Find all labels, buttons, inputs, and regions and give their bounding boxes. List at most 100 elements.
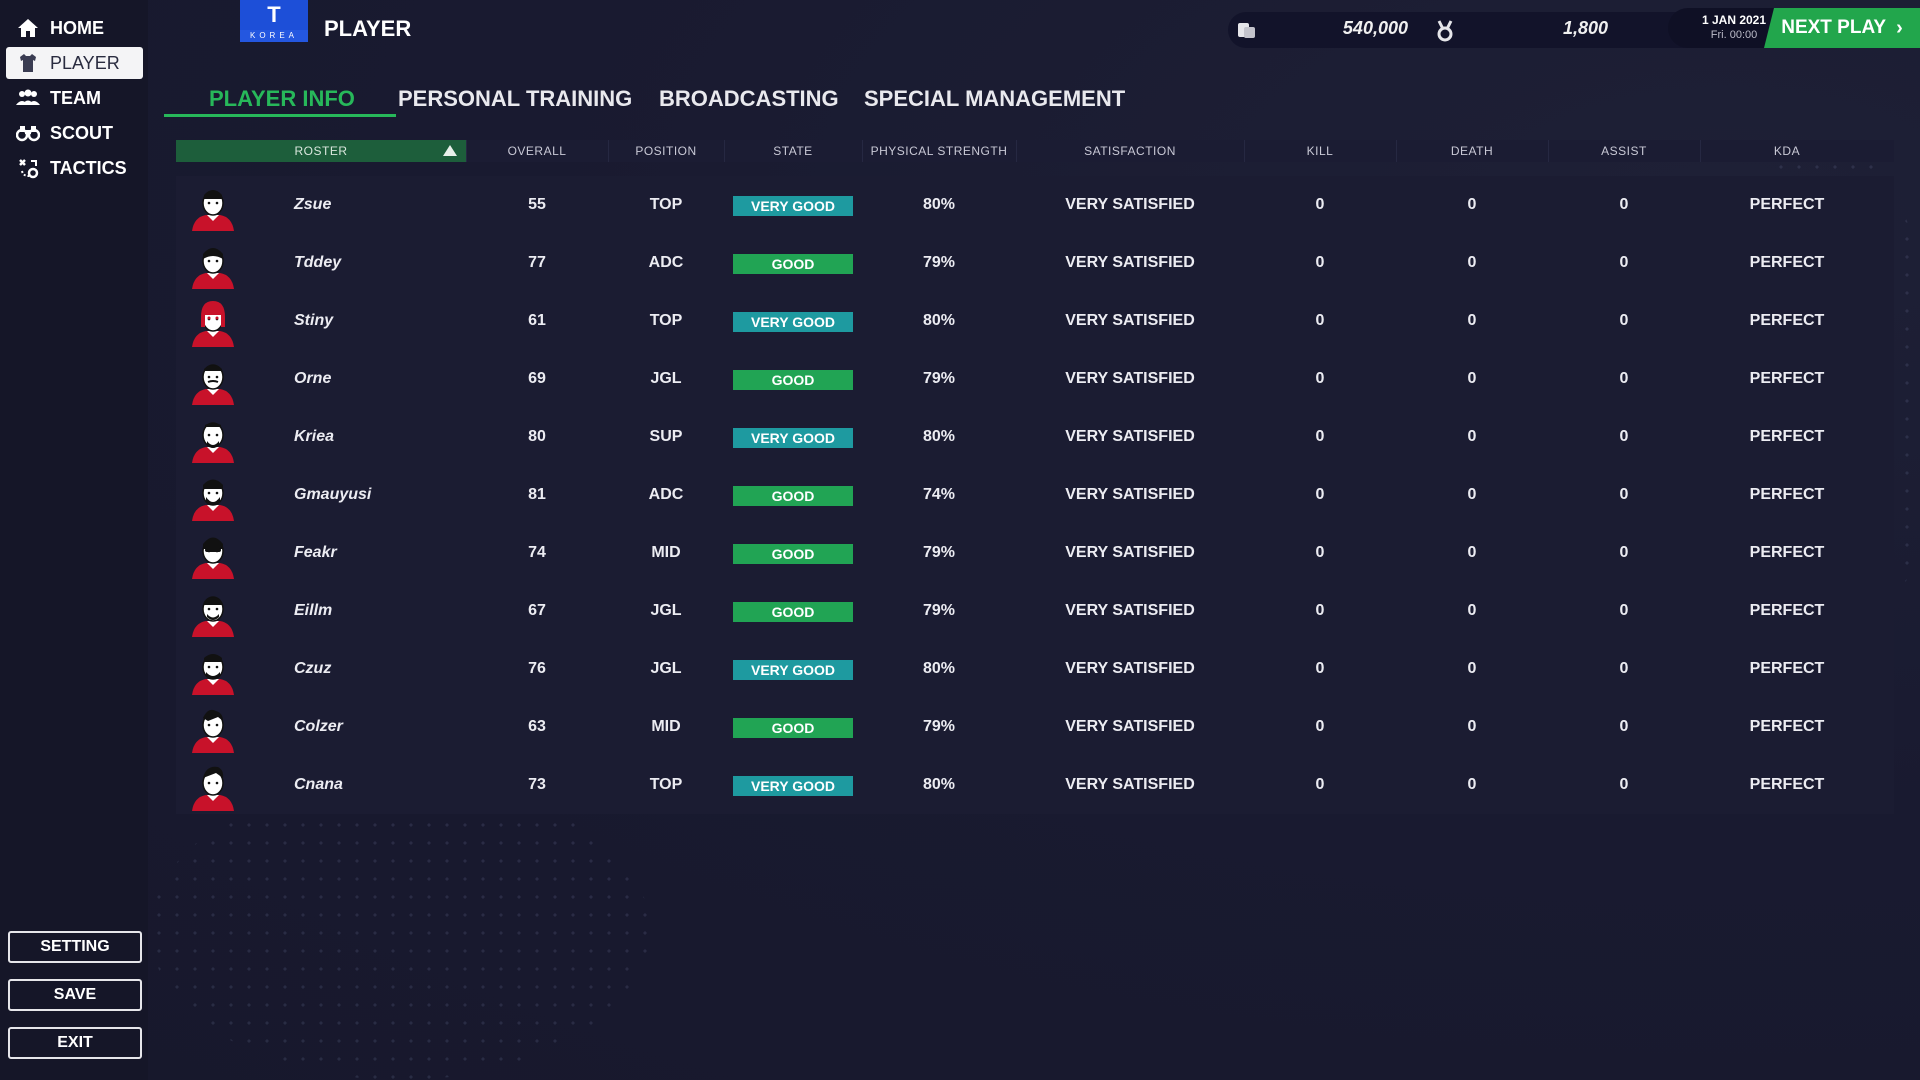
sidebar-item-label: TEAM [50, 87, 101, 108]
tab-player-info[interactable]: PLAYER INFO [209, 86, 355, 112]
table-row[interactable]: Gmauyusi 81 ADC GOOD 74% VERY SATISFIED 0 0 0 PER… [176, 466, 1894, 524]
cell-overall: 73 [528, 776, 546, 793]
cell-death: 0 [1467, 196, 1477, 213]
player-avatar [188, 703, 238, 753]
tab-personal-training[interactable]: PERSONAL TRAINING [398, 86, 632, 112]
save-button[interactable]: SAVE [8, 979, 142, 1011]
column-separator [724, 140, 725, 162]
table-row[interactable]: Colzer 63 MID GOOD 79% VERY SATISFIED 0 0 0 PERFE… [176, 698, 1894, 756]
exit-button[interactable]: EXIT [8, 1027, 142, 1059]
team-icon [16, 88, 40, 108]
table-header: ROSTER OVERALL POSITION STATE PHYSICAL STREN… [176, 140, 1894, 162]
setting-button[interactable]: SETTING [8, 931, 142, 963]
cell-kill: 0 [1315, 544, 1325, 561]
sidebar-item-team[interactable]: TEAM [6, 82, 143, 114]
header: T KOREA PLAYER 540,000 1,800 1 JAN 2021 … [148, 0, 1920, 60]
cell-overall: 63 [528, 718, 546, 735]
active-tab-indicator [164, 114, 396, 117]
cell-kill: 0 [1315, 602, 1325, 619]
cell-kda: PERFECT [1749, 776, 1825, 793]
column-header-overall[interactable]: OVERALL [466, 140, 608, 162]
chevron-right-icon: › [1896, 16, 1903, 39]
state-badge: VERY GOOD [733, 196, 853, 216]
sidebar-item-label: PLAYER [50, 52, 120, 73]
cell-position: SUP [649, 428, 683, 445]
table-row[interactable]: Stiny 61 TOP VERY GOOD 80% VERY SATISFIED 0 0 0 P… [176, 292, 1894, 350]
cell-strength: 80% [922, 312, 956, 329]
player-avatar [188, 587, 238, 637]
sort-ascending-icon[interactable] [443, 145, 457, 156]
column-header-position[interactable]: POSITION [608, 140, 724, 162]
column-header-roster[interactable]: ROSTER [176, 140, 466, 162]
cell-strength: 74% [922, 486, 956, 503]
column-header-state[interactable]: STATE [724, 140, 862, 162]
cell-kda: PERFECT [1749, 312, 1825, 329]
table-body: Zsue 55 TOP VERY GOOD 80% VERY SATISFIED 0 0 0 PE… [176, 176, 1894, 814]
cell-kill: 0 [1315, 776, 1325, 793]
column-header-assist[interactable]: ASSIST [1548, 140, 1700, 162]
cell-kda: PERFECT [1749, 602, 1825, 619]
table-row[interactable]: Tddey 77 ADC GOOD 79% VERY SATISFIED 0 0 0 PERFEC… [176, 234, 1894, 292]
sidebar-item-home[interactable]: HOME [6, 12, 143, 44]
cell-strength: 79% [922, 370, 956, 387]
cell-strength: 80% [922, 428, 956, 445]
cell-kda: PERFECT [1749, 718, 1825, 735]
cell-assist: 0 [1619, 428, 1629, 445]
tab-special-management[interactable]: SPECIAL MANAGEMENT [864, 86, 1125, 112]
sidebar-item-player[interactable]: PLAYER [6, 47, 143, 79]
cell-position: JGL [650, 660, 682, 677]
table-row[interactable]: Czuz 76 JGL VERY GOOD 80% VERY SATISFIED 0 0 0 PE… [176, 640, 1894, 698]
table-row[interactable]: Eillm 67 JGL GOOD 79% VERY SATISFIED 0 0 0 PERFEC… [176, 582, 1894, 640]
cell-death: 0 [1467, 718, 1477, 735]
state-badge: GOOD [733, 254, 853, 274]
cell-assist: 0 [1619, 486, 1629, 503]
cell-name: Feakr [294, 544, 337, 561]
cell-position: JGL [650, 370, 682, 387]
medal-icon [1436, 20, 1458, 42]
table-row[interactable]: Zsue 55 TOP VERY GOOD 80% VERY SATISFIED 0 0 0 PE… [176, 176, 1894, 234]
cell-kill: 0 [1315, 196, 1325, 213]
column-separator [1548, 140, 1549, 162]
state-badge: GOOD [733, 718, 853, 738]
next-play-button[interactable]: NEXT PLAY › [1764, 8, 1920, 48]
player-avatar [188, 471, 238, 521]
table-row[interactable]: Cnana 73 TOP VERY GOOD 80% VERY SATISFIED 0 0 0 P… [176, 756, 1894, 814]
cell-satisfaction: VERY SATISFIED [1065, 776, 1195, 793]
binoculars-icon [16, 123, 40, 143]
column-header-satisfaction[interactable]: SATISFACTION [1016, 140, 1244, 162]
cell-position: MID [651, 718, 681, 735]
state-badge: VERY GOOD [733, 776, 853, 796]
page-title: PLAYER [324, 16, 412, 41]
column-header-kill[interactable]: KILL [1244, 140, 1396, 162]
sidebar-item-tactics[interactable]: TACTICS [6, 152, 143, 184]
cell-position: TOP [649, 196, 683, 213]
cell-overall: 76 [528, 660, 546, 677]
state-badge: VERY GOOD [733, 428, 853, 448]
cell-assist: 0 [1619, 718, 1629, 735]
tab-broadcasting[interactable]: BROADCASTING [659, 86, 839, 112]
state-badge: VERY GOOD [733, 312, 853, 332]
cell-name: Colzer [294, 718, 343, 735]
cell-name: Kriea [294, 428, 335, 445]
table-row[interactable]: Feakr 74 MID GOOD 79% VERY SATISFIED 0 0 0 PERFEC… [176, 524, 1894, 582]
cell-name: Stiny [294, 312, 334, 329]
column-separator [608, 140, 609, 162]
date-label: 1 JAN 2021 [1701, 13, 1767, 27]
cell-position: ADC [648, 486, 684, 503]
cell-name: Cnana [294, 776, 343, 793]
cell-assist: 0 [1619, 370, 1629, 387]
cell-assist: 0 [1619, 776, 1629, 793]
sidebar-item-scout[interactable]: SCOUT [6, 117, 143, 149]
table-row[interactable]: Orne 69 JGL GOOD 79% VERY SATISFIED 0 0 0 PERFECT [176, 350, 1894, 408]
cell-kda: PERFECT [1749, 544, 1825, 561]
column-header-kda[interactable]: KDA [1700, 140, 1874, 162]
cell-satisfaction: VERY SATISFIED [1065, 196, 1195, 213]
table-row[interactable]: Kriea 80 SUP VERY GOOD 80% VERY SATISFIED 0 0 0 P… [176, 408, 1894, 466]
cell-death: 0 [1467, 776, 1477, 793]
column-header-death[interactable]: DEATH [1396, 140, 1548, 162]
player-avatar [188, 645, 238, 695]
cell-satisfaction: VERY SATISFIED [1065, 312, 1195, 329]
column-header-physical-strength[interactable]: PHYSICAL STRENGTH [862, 140, 1016, 162]
cell-name: Czuz [294, 660, 332, 677]
cell-name: Tddey [294, 254, 342, 271]
